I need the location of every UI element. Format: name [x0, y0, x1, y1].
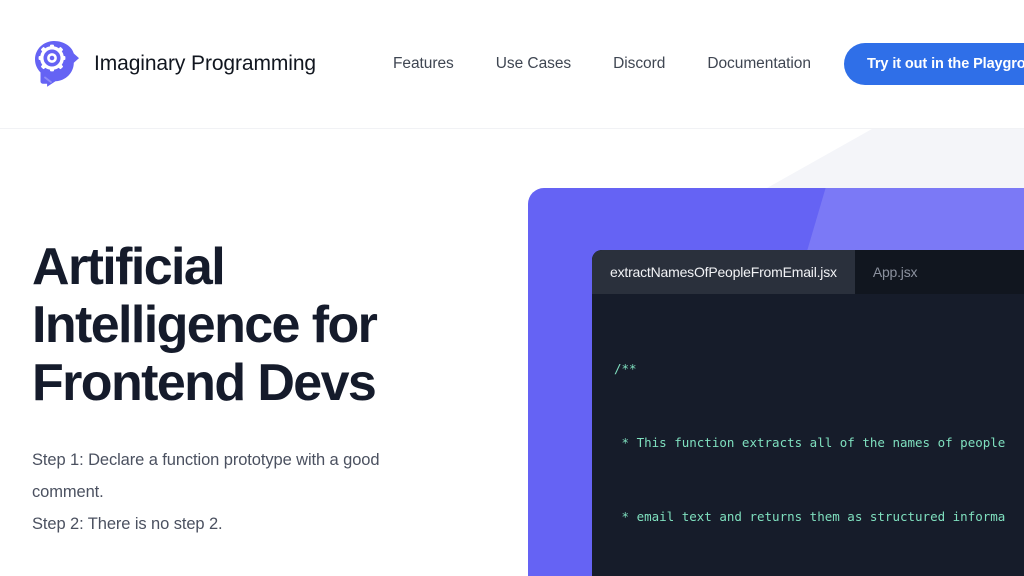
brand-logo[interactable]: Imaginary Programming [32, 39, 316, 89]
tab-extract-names-file[interactable]: extractNamesOfPeopleFromEmail.jsx [592, 250, 855, 294]
code-line: * email text and returns them as structu… [614, 508, 1006, 524]
headline-line-2: Intelligence for [32, 296, 378, 354]
nav-item-features[interactable]: Features [372, 55, 475, 73]
landing-page: Imaginary Programming Features Use Cases… [0, 0, 1024, 576]
page-title: Artificial Intelligence for Frontend Dev… [32, 238, 502, 412]
background-diagonal-wedge [690, 128, 1024, 190]
nav-item-documentation[interactable]: Documentation [686, 55, 832, 73]
subcopy-line-2: comment. [32, 483, 104, 501]
try-playground-button[interactable]: Try it out in the Playground [843, 43, 1024, 85]
code-line: * This function extracts all of the name… [614, 434, 1006, 450]
brain-gear-head-icon [32, 39, 80, 89]
headline-line-3: Frontend Devs [32, 354, 377, 412]
tab-app-file[interactable]: App.jsx [854, 250, 936, 294]
site-header: Imaginary Programming Features Use Cases… [0, 0, 1024, 129]
editor-tab-bar: extractNamesOfPeopleFromEmail.jsx App.js… [592, 250, 1024, 294]
code-content[interactable]: /** * This function extracts all of the … [592, 294, 1024, 576]
brand-name: Imaginary Programming [94, 52, 316, 75]
headline-line-1: Artificial [32, 238, 226, 296]
hero-subcopy: Step 1: Declare a function prototype wit… [32, 444, 502, 540]
code-editor: extractNamesOfPeopleFromEmail.jsx App.js… [592, 250, 1024, 576]
subcopy-line-3: Step 2: There is no step 2. [32, 515, 223, 533]
main-nav: Features Use Cases Discord Documentation… [372, 43, 1024, 85]
subcopy-line-1: Step 1: Declare a function prototype wit… [32, 451, 380, 469]
code-line: /** [614, 361, 637, 377]
hero-copy: Artificial Intelligence for Frontend Dev… [32, 238, 502, 540]
nav-item-discord[interactable]: Discord [592, 55, 686, 73]
nav-item-use-cases[interactable]: Use Cases [475, 55, 592, 73]
